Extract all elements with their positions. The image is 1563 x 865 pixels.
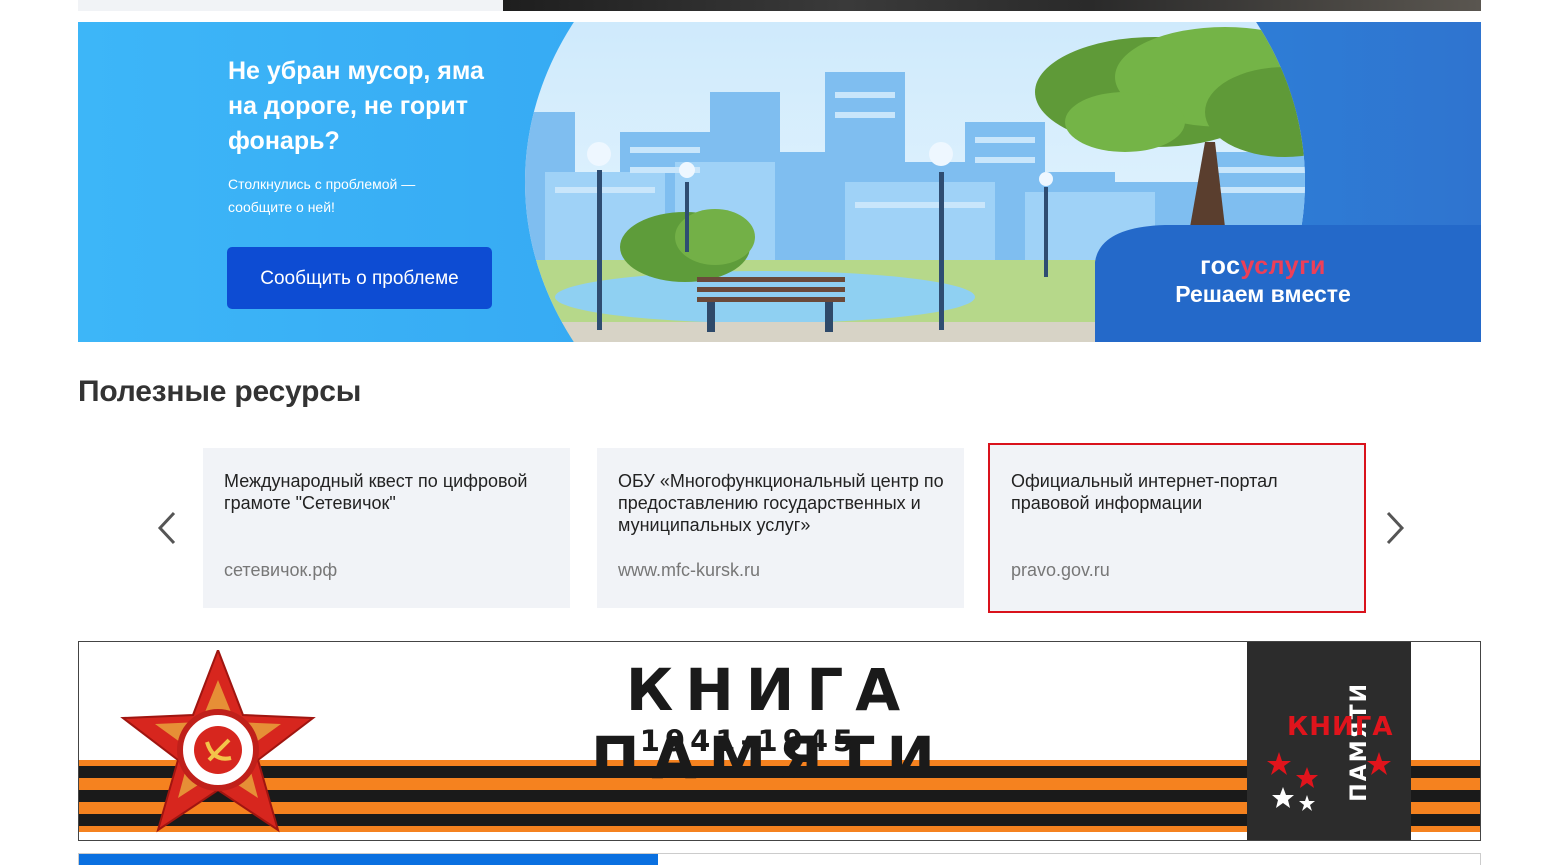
order-of-patriotic-war-icon <box>120 650 316 833</box>
previous-section-edge <box>78 0 503 11</box>
banner-subtitle: Столкнулись с проблемой — сообщите о ней… <box>228 176 416 215</box>
resource-card[interactable]: Международный квест по цифровой грамоте … <box>203 448 570 608</box>
brand-tagline: Решаем вместе <box>1175 281 1351 307</box>
next-section-blue-tab <box>79 854 658 865</box>
chevron-right-icon <box>1386 511 1405 545</box>
memory-book-years: 1941-1945 <box>639 724 859 758</box>
resource-card-selected[interactable]: Официальный интернет-портал правовой инф… <box>988 443 1366 613</box>
carousel-next-button[interactable] <box>1380 508 1410 548</box>
logo-word-kniga: КНИГА <box>1287 712 1394 742</box>
gosuslugi-brand: госуслуги Решаем вместе <box>1113 252 1413 308</box>
resource-card-title: Официальный интернет-портал правовой инф… <box>1011 471 1278 513</box>
resource-card-url: www.mfc-kursk.ru <box>618 560 761 580</box>
resource-card-url: pravo.gov.ru <box>1011 560 1110 580</box>
report-problem-banner[interactable]: Не убран мусор, яма на дороге, не горит … <box>78 22 1481 342</box>
section-title-resources: Полезные ресурсы <box>78 375 362 408</box>
chevron-left-icon <box>157 511 176 545</box>
memory-book-logo: ПАМЯТИ КНИГА <box>1247 642 1411 840</box>
memory-book-banner[interactable]: КНИГА ПАМЯТИ 1941-1945 ПАМЯТИ КНИГА <box>78 641 1481 841</box>
banner-title: Не убран мусор, яма на дороге, не горит … <box>228 57 484 155</box>
resource-card[interactable]: ОБУ «Многофункциональный центр по предос… <box>597 448 964 608</box>
stars-icon <box>1267 752 1391 811</box>
gosuslugi-logo: госуслуги <box>1200 252 1326 280</box>
resource-card-title: Международный квест по цифровой грамоте … <box>224 471 528 513</box>
resource-card-title: ОБУ «Многофункциональный центр по предос… <box>618 471 944 535</box>
next-section-edge <box>78 853 1481 865</box>
report-problem-button[interactable]: Сообщить о проблеме <box>227 247 492 309</box>
carousel-prev-button[interactable] <box>152 508 182 548</box>
previous-section-image-edge <box>503 0 1481 11</box>
resource-card-url: сетевичок.рф <box>224 560 338 580</box>
